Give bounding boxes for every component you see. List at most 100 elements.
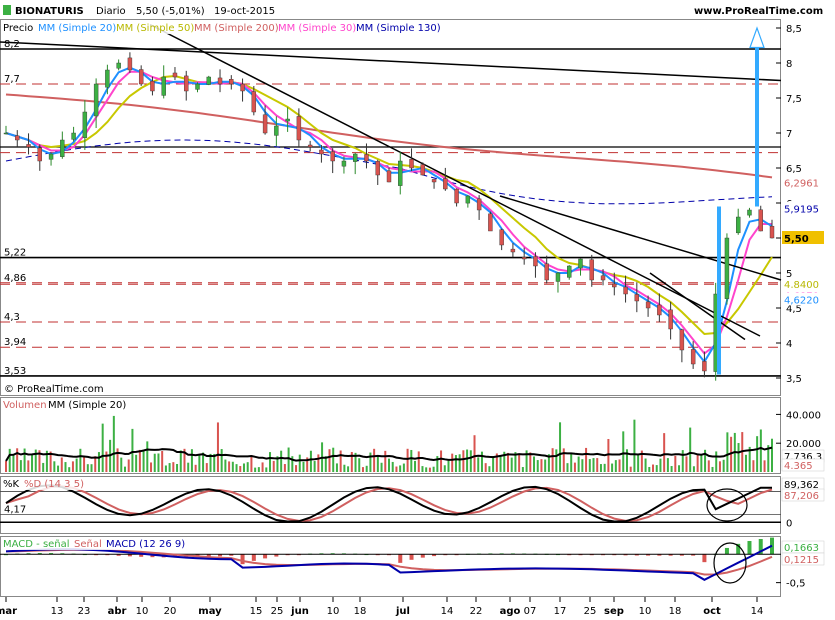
volume-bar	[5, 461, 7, 472]
price-tick-label: 8,5	[786, 24, 802, 35]
volume-bar	[715, 451, 718, 472]
volume-bar	[257, 467, 260, 472]
horizontal-levels: 8,2 7,7 5,22 4,86 4,3 3,94 3,53	[0, 39, 781, 377]
candle	[454, 188, 459, 207]
volume-bar	[190, 449, 193, 472]
stoch-k-line	[5, 484, 772, 523]
volume-bar	[637, 455, 640, 472]
volume-bar	[176, 463, 179, 472]
volume-bar	[681, 450, 684, 472]
volume-bar	[365, 465, 368, 472]
price-tick-label: 7,5	[786, 94, 802, 105]
date-tick-label: 18	[354, 606, 367, 617]
candle-body	[240, 83, 245, 92]
volume-bar	[71, 461, 74, 472]
macd-hist-bar	[724, 547, 729, 555]
volume-bar	[168, 463, 171, 472]
candle-body	[217, 77, 223, 85]
tag-label: 0,1663	[784, 543, 819, 554]
candle-body	[758, 209, 763, 232]
candle-body	[679, 329, 685, 351]
volume-bar	[521, 467, 524, 472]
price-value-tag: 6,2961	[782, 175, 824, 189]
level-label: 4,86	[4, 273, 26, 284]
volume-bar	[391, 461, 394, 472]
candle	[488, 211, 493, 232]
site-link[interactable]: www.ProRealTime.com	[694, 6, 823, 17]
candle-body	[398, 160, 403, 186]
candle	[555, 272, 561, 293]
volume-bar	[317, 454, 320, 472]
candle-body	[341, 160, 347, 167]
volume-bar	[696, 455, 699, 472]
volume-bar	[8, 448, 11, 472]
volume-bar	[410, 449, 413, 472]
candle-body	[37, 147, 42, 162]
volume-bar	[614, 460, 617, 472]
copyright: © ProRealTime.com	[4, 384, 104, 395]
candle-body	[521, 256, 527, 260]
price-value-tag: 5,50	[782, 231, 824, 245]
volume-bar	[722, 459, 725, 472]
candle	[60, 131, 65, 159]
macd-hist-bar	[251, 554, 256, 561]
candle-body	[747, 209, 752, 216]
volume-bar	[570, 453, 573, 472]
volume-bar	[358, 458, 361, 472]
date-tick-label: oct	[703, 606, 721, 617]
volume-bar	[752, 460, 755, 472]
candle-body	[567, 265, 572, 278]
candle	[679, 328, 685, 363]
volume-bar	[414, 460, 417, 472]
candle	[567, 265, 572, 280]
volume-bar	[313, 461, 316, 472]
candle-body	[555, 272, 561, 282]
date-axis: mar 13 23 abr 10 20 may 15 25 jun 10 18 jul 14 22 ago 07…	[0, 597, 763, 617]
volume-bar	[536, 460, 539, 472]
volume-bar	[269, 452, 272, 472]
volume-bar	[287, 447, 290, 472]
volume-bar	[131, 428, 134, 472]
date-tick-label: 25	[584, 606, 597, 617]
sma20-line	[5, 66, 773, 364]
candle-body	[364, 154, 369, 162]
candle	[138, 65, 144, 86]
candle-body	[431, 179, 437, 183]
stoch-level-label: 4,17	[4, 505, 26, 516]
volume-bar	[585, 447, 588, 472]
candle	[398, 152, 403, 195]
volume-bar	[228, 461, 231, 472]
legend-sma20: MM (Simple 20)	[38, 23, 116, 34]
volume-bar	[112, 415, 115, 472]
volume-bar	[395, 466, 398, 472]
volume-bar	[611, 463, 614, 472]
volume-bar	[105, 451, 108, 472]
volume-bar	[566, 463, 569, 472]
volume-bar	[648, 466, 651, 472]
tag-label: 0,1215	[784, 555, 819, 566]
volume-bar	[101, 423, 104, 472]
volume-bar	[164, 465, 167, 472]
volume-bar	[388, 458, 390, 472]
arrow-head	[749, 26, 765, 49]
macd-hist-bar	[398, 554, 403, 563]
candle	[48, 153, 54, 166]
candle-body	[645, 301, 651, 309]
stock-chart[interactable]: BIONATURIS Diario 5,50 (-5,01%) 19-oct-2…	[0, 0, 835, 620]
volume-bar	[272, 460, 275, 472]
candle	[71, 126, 76, 142]
header: BIONATURIS Diario 5,50 (-5,01%) 19-oct-2…	[3, 5, 823, 17]
candle	[420, 162, 425, 176]
moving-averages	[5, 66, 773, 364]
candle-body	[409, 159, 414, 169]
volume-bar	[763, 460, 766, 472]
volume-bar	[361, 467, 364, 472]
volume-bar	[298, 454, 301, 472]
volume-bar	[506, 452, 509, 472]
volume-bar	[573, 462, 576, 472]
volume-bar	[454, 455, 457, 472]
volume-bar	[492, 456, 495, 472]
volume-bar	[376, 456, 379, 472]
volume-bar	[332, 447, 335, 472]
candle-body	[150, 80, 155, 92]
